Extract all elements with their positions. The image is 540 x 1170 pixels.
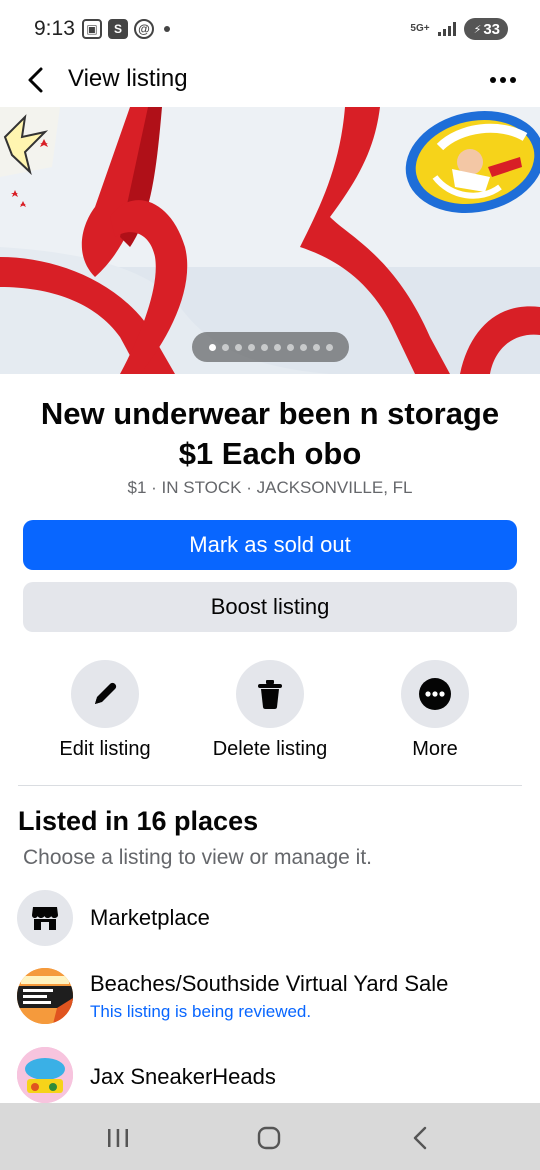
battery-icon: ⚡	[473, 23, 482, 36]
status-system-icons: 5G+ ⚡ 33	[410, 18, 508, 40]
place-review-note: This listing is being reviewed.	[90, 1002, 312, 1021]
trash-icon	[258, 680, 282, 709]
pager-dot[interactable]	[312, 343, 320, 351]
status-time: 9:13	[34, 17, 75, 40]
mark-sold-out-button[interactable]: Mark as sold out	[23, 520, 517, 570]
more-horizontal-icon	[490, 77, 496, 83]
back-button[interactable]	[18, 62, 52, 98]
pager-dot[interactable]	[221, 343, 229, 351]
screenshot-icon: ▣	[82, 19, 102, 39]
pager-dot[interactable]	[299, 343, 307, 351]
more-button[interactable]	[401, 660, 469, 728]
pager-dot[interactable]	[208, 343, 216, 351]
place-name: Beaches/Southside Virtual Yard Sale	[90, 971, 449, 996]
more-action[interactable]: More	[345, 660, 525, 761]
photo-pager[interactable]	[192, 332, 349, 362]
recents-icon	[108, 1129, 128, 1147]
network-type: 5G+	[410, 23, 430, 34]
more-label: More	[412, 738, 458, 760]
group-avatar	[17, 1047, 73, 1103]
more-notifications-icon	[164, 26, 170, 32]
back-icon	[413, 1126, 427, 1150]
pager-dot[interactable]	[247, 343, 255, 351]
system-nav-bar	[0, 1103, 540, 1170]
page-title: View listing	[68, 65, 188, 92]
home-icon	[257, 1126, 281, 1150]
threads-icon: @	[134, 19, 154, 39]
more-options-button[interactable]	[486, 62, 520, 98]
edit-listing-action[interactable]: Edit listing	[15, 660, 195, 761]
more-horizontal-icon	[419, 678, 451, 710]
section-divider	[18, 785, 522, 786]
app-header: View listing	[0, 58, 540, 106]
app-notification-icon: S	[108, 19, 128, 39]
pencil-icon	[95, 682, 117, 704]
place-item-beaches-southside[interactable]: Beaches/Southside Virtual Yard Sale This…	[17, 968, 527, 1026]
delete-listing-action[interactable]: Delete listing	[180, 660, 360, 761]
listed-places-subtitle: Choose a listing to view or manage it.	[23, 846, 373, 869]
system-back-button[interactable]	[390, 1121, 450, 1155]
signal-icon	[437, 22, 456, 36]
pager-dot[interactable]	[260, 343, 268, 351]
pager-dot[interactable]	[286, 343, 294, 351]
storefront-icon	[17, 890, 73, 946]
listing-meta: $1 · IN STOCK · JACKSONVILLE, FL	[127, 478, 413, 497]
pager-dot[interactable]	[273, 343, 281, 351]
place-name: Marketplace	[90, 905, 210, 930]
battery-level: 33	[483, 20, 500, 38]
listing-actions: Edit listing Delete listing More	[0, 660, 540, 770]
listed-places-heading: Listed in 16 places	[18, 806, 259, 836]
pager-dot[interactable]	[234, 343, 242, 351]
arrow-left-icon	[28, 67, 43, 93]
status-bar: 9:13 ▣ S @ 5G+ ⚡ 33	[0, 0, 540, 58]
recents-button[interactable]	[88, 1121, 148, 1155]
edit-listing-label: Edit listing	[59, 738, 151, 760]
boost-listing-button[interactable]: Boost listing	[23, 582, 517, 632]
place-item-jax-sneakerheads[interactable]: Jax SneakerHeads	[17, 1047, 527, 1105]
home-button[interactable]	[239, 1121, 299, 1155]
listing-title: New underwear been n storage $1 Each obo	[40, 396, 500, 471]
edit-listing-button[interactable]	[71, 660, 139, 728]
battery-indicator: ⚡ 33	[463, 18, 508, 40]
status-notification-icons: ▣ S @	[82, 19, 170, 39]
pager-dot[interactable]	[325, 343, 333, 351]
delete-listing-label: Delete listing	[212, 738, 328, 760]
place-item-marketplace[interactable]: Marketplace	[17, 890, 527, 948]
delete-listing-button[interactable]	[236, 660, 304, 728]
group-avatar	[17, 968, 73, 1024]
place-name: Jax SneakerHeads	[90, 1064, 276, 1089]
